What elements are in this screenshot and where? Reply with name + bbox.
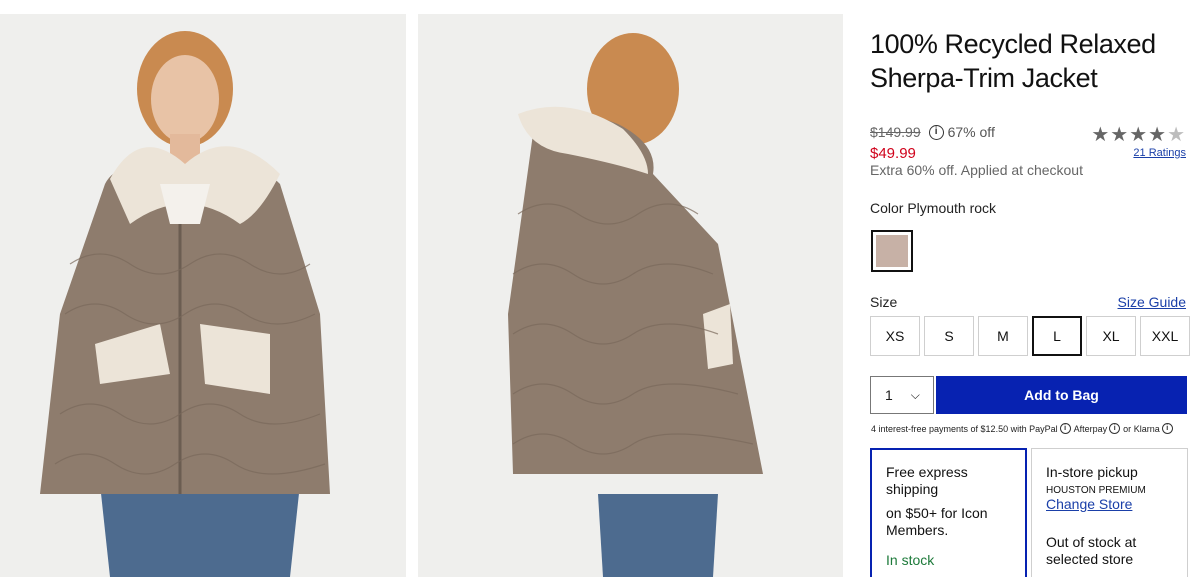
product-image-back[interactable]: [418, 14, 843, 577]
pickup-title: In-store pickup: [1046, 464, 1138, 480]
discount-label: 67% off: [947, 124, 995, 140]
star-icon: ★: [1110, 124, 1130, 146]
afterpay-label: Afterpay: [1073, 423, 1108, 434]
installment-payments-text: 4 interest-free payments of $12.50 with …: [871, 423, 1176, 434]
add-to-bag-button[interactable]: Add to Bag: [936, 376, 1187, 414]
size-option-xl[interactable]: XL: [1086, 316, 1136, 356]
info-icon[interactable]: i: [1059, 423, 1071, 434]
color-label: Color Plymouth rock: [870, 200, 997, 216]
size-option-m[interactable]: M: [978, 316, 1028, 356]
or-label: or: [1123, 423, 1132, 434]
klarna-label: Klarna: [1133, 423, 1160, 434]
swatch-fill: [876, 235, 908, 267]
size-option-xxl[interactable]: XXL: [1140, 316, 1190, 356]
model-front-illustration: [0, 14, 406, 577]
bnpl-prefix: 4 interest-free payments of $12.50 with: [871, 423, 1027, 434]
price-row: $149.99 i 67% off: [870, 124, 995, 140]
size-option-xs[interactable]: XS: [870, 316, 920, 356]
info-icon[interactable]: i: [928, 124, 944, 140]
size-label: Size: [870, 294, 898, 310]
info-icon[interactable]: i: [1161, 423, 1173, 434]
size-option-l[interactable]: L: [1032, 316, 1082, 356]
quantity-select[interactable]: 1 ⌵: [870, 376, 934, 414]
ratings-link[interactable]: 21 Ratings: [1133, 147, 1186, 159]
promo-text: Extra 60% off. Applied at checkout: [870, 162, 1083, 178]
color-swatch-plymouth-rock[interactable]: [871, 230, 913, 272]
star-icon: ★: [1091, 124, 1111, 146]
size-option-s[interactable]: S: [924, 316, 974, 356]
shipping-subtitle: on $50+ for Icon Members.: [886, 505, 988, 538]
pickup-option-card[interactable]: In-store pickup HOUSTON PREMIUM Change S…: [1031, 448, 1188, 577]
shipping-stock-status: In stock: [886, 552, 935, 568]
shipping-option-card[interactable]: Free express shipping on $50+ for Icon M…: [870, 448, 1027, 577]
star-icon: ★: [1167, 124, 1186, 146]
original-price: $149.99: [870, 124, 921, 140]
info-icon[interactable]: i: [1109, 423, 1121, 434]
star-icon: ★: [1129, 124, 1149, 146]
paypal-label: PayPal: [1029, 423, 1058, 434]
size-options: XS S M L XL XXL: [870, 316, 1190, 356]
product-title: 100% Recycled Relaxed Sherpa-Trim Jacket: [870, 29, 1156, 93]
model-back-illustration: [418, 14, 843, 577]
chevron-down-icon: ⌵: [910, 387, 920, 402]
rating-stars: ★★★★★: [1091, 122, 1186, 147]
pickup-stock-status: Out of stock at selected store: [1046, 534, 1137, 567]
store-name: HOUSTON PREMIUM: [1046, 485, 1146, 496]
star-icon: ★: [1148, 124, 1168, 146]
product-image-front[interactable]: [0, 14, 406, 577]
product-info-panel: 100% Recycled Relaxed Sherpa-Trim Jacket…: [870, 0, 1190, 577]
size-guide-link[interactable]: Size Guide: [1118, 294, 1186, 310]
quantity-value: 1: [885, 387, 893, 403]
sale-price: $49.99: [870, 145, 916, 162]
change-store-link[interactable]: Change Store: [1046, 496, 1132, 512]
shipping-title: Free express shipping: [886, 464, 968, 497]
